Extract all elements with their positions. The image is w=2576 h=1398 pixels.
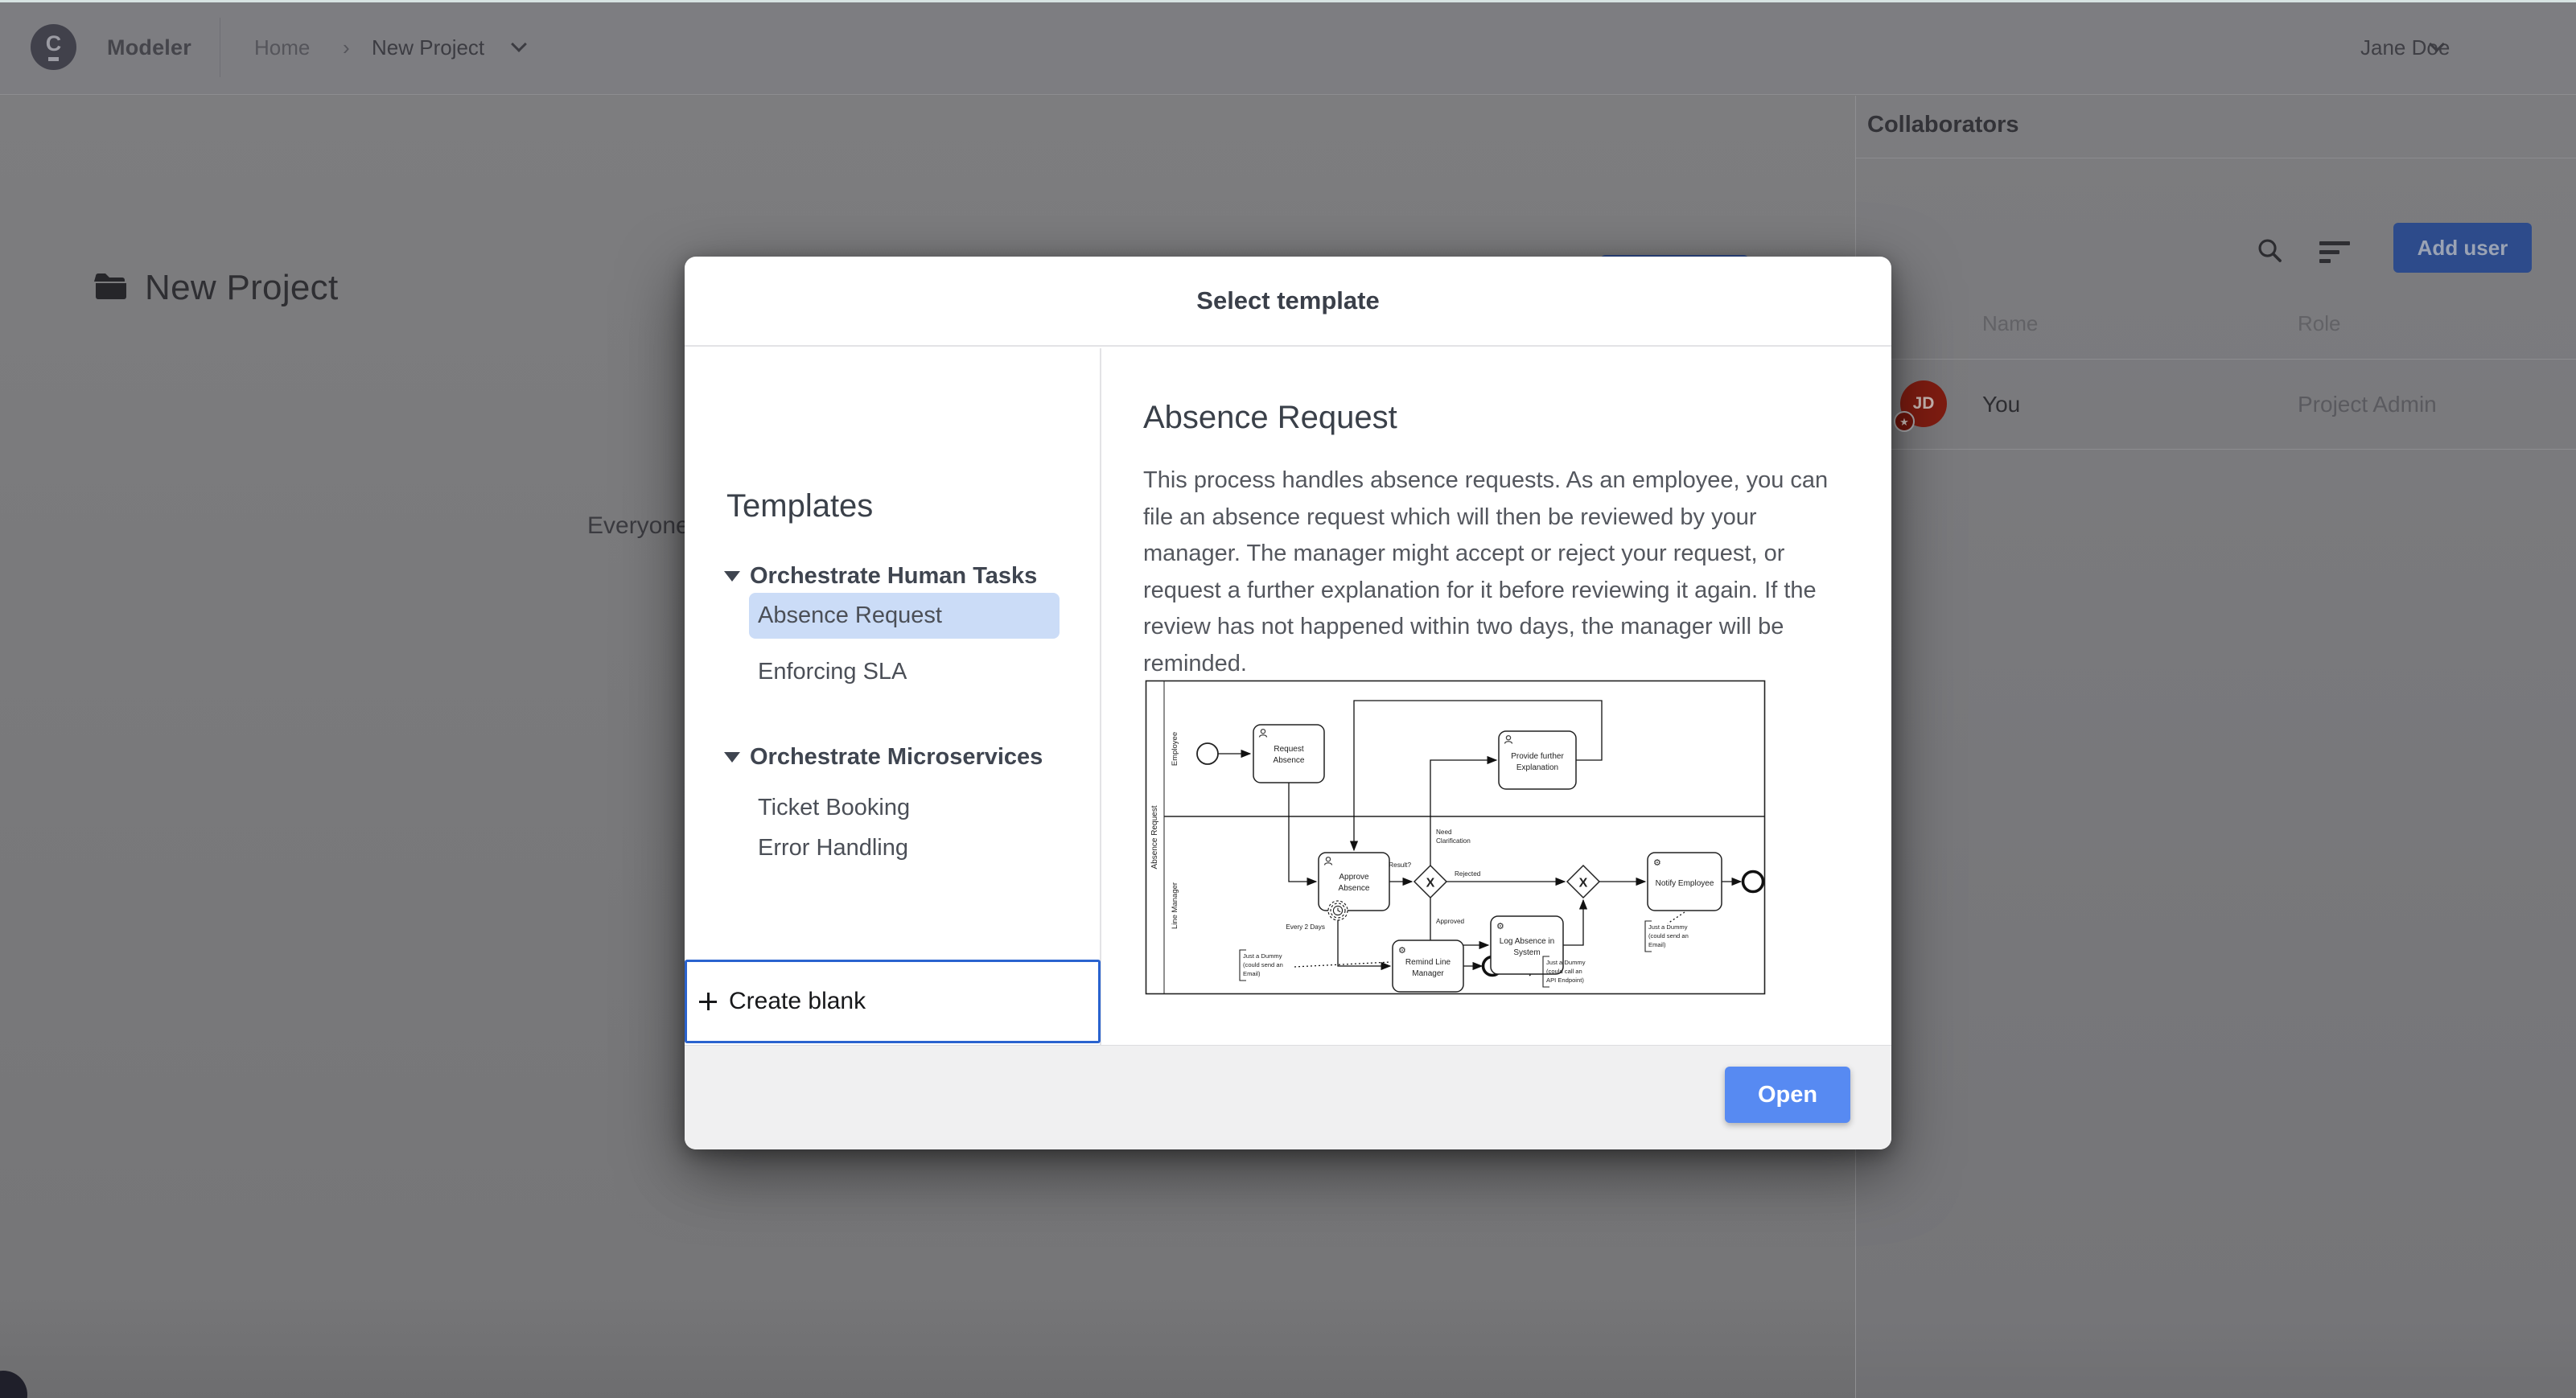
page-root: C Modeler Home › New Project Jane Doe Ne… xyxy=(0,0,2576,1398)
svg-text:Explanation: Explanation xyxy=(1516,763,1558,772)
table-border xyxy=(1856,449,2576,450)
plus-icon xyxy=(699,993,717,1010)
template-item-enforcing-sla[interactable]: Enforcing SLA xyxy=(749,649,1060,695)
collaborators-search-button[interactable] xyxy=(2255,236,2286,269)
breadcrumb-home[interactable]: Home xyxy=(254,0,310,95)
logo-underscore xyxy=(48,57,59,61)
collaborator-name: You xyxy=(1982,392,2021,417)
breadcrumb-separator: › xyxy=(343,35,350,60)
service-task-icon: ⚙ xyxy=(1653,857,1661,868)
svg-text:Result?: Result? xyxy=(1389,861,1411,869)
collaborators-sort-button[interactable] xyxy=(2319,241,2352,269)
svg-text:Just a Dummy: Just a Dummy xyxy=(1243,952,1282,960)
column-header-name: Name xyxy=(1982,311,2039,335)
add-user-button[interactable]: Add user xyxy=(2393,223,2532,273)
create-blank-button[interactable]: Create blank xyxy=(685,960,1101,1043)
folder-icon xyxy=(94,273,126,299)
task-remind-line-manager: ⚙ Remind Line Manager xyxy=(1392,940,1464,993)
template-item-error-handling[interactable]: Error Handling xyxy=(749,825,1060,871)
modal-title: Select template xyxy=(685,257,1891,347)
svg-text:Provide further: Provide further xyxy=(1511,752,1564,761)
service-task-icon: ⚙ xyxy=(1398,945,1406,956)
svg-text:Remind Line: Remind Line xyxy=(1405,958,1451,967)
task-approve-absence: Approve Absence xyxy=(1318,852,1390,921)
svg-text:Just a Dummy: Just a Dummy xyxy=(1648,923,1688,931)
templates-panel: Templates Orchestrate Human Tasks Absenc… xyxy=(685,348,1101,1045)
tab-everyone[interactable]: Everyone xyxy=(587,512,689,540)
create-blank-label: Create blank xyxy=(729,988,866,1014)
svg-text:Rejected: Rejected xyxy=(1455,870,1481,878)
svg-text:API Endpoint): API Endpoint) xyxy=(1546,977,1584,984)
modal-footer: Open xyxy=(685,1045,1891,1149)
caret-down-icon xyxy=(724,571,740,582)
svg-text:System: System xyxy=(1513,948,1540,957)
lane-label-employee: Employee xyxy=(1171,732,1179,766)
svg-text:Approve: Approve xyxy=(1339,873,1369,882)
svg-text:(could call an: (could call an xyxy=(1546,968,1582,975)
modal-panel-divider xyxy=(1100,348,1101,1045)
app-header: C Modeler Home › New Project Jane Doe xyxy=(0,0,2576,95)
bpmn-diagram-preview: Absence Request Employee Line Manager Re… xyxy=(1145,680,1766,995)
end-event xyxy=(1741,870,1765,894)
svg-text:X: X xyxy=(1426,877,1435,890)
pool-label: Absence Request xyxy=(1150,805,1159,869)
svg-text:Need: Need xyxy=(1436,829,1452,836)
timer-boundary-event xyxy=(1327,900,1348,921)
lane-label-line-manager: Line Manager xyxy=(1171,882,1179,929)
collaborators-title: Collaborators xyxy=(1867,112,2019,138)
svg-text:Absence: Absence xyxy=(1274,756,1305,765)
corner-widget[interactable] xyxy=(0,1371,27,1398)
svg-text:Request: Request xyxy=(1274,745,1303,754)
svg-text:Clarification: Clarification xyxy=(1436,837,1471,845)
svg-text:(could send an: (could send an xyxy=(1648,932,1689,940)
task-request-absence: Request Absence xyxy=(1253,724,1325,783)
task-notify-employee: ⚙ Notify Employee xyxy=(1647,852,1722,911)
template-group-label: Orchestrate Microservices xyxy=(750,744,1043,770)
preview-heading: Absence Request xyxy=(1143,400,1397,435)
svg-text:Log Absence in: Log Absence in xyxy=(1500,937,1554,946)
column-header-role: Role xyxy=(2298,311,2341,335)
template-group-microservices[interactable]: Orchestrate Microservices xyxy=(724,744,1043,771)
logo-letter: C xyxy=(45,31,62,56)
page-title: New Project xyxy=(145,268,339,307)
svg-text:(could send an: (could send an xyxy=(1243,961,1283,968)
open-button[interactable]: Open xyxy=(1725,1067,1850,1123)
template-group-label: Orchestrate Human Tasks xyxy=(750,563,1038,589)
breadcrumb-current[interactable]: New Project xyxy=(372,0,484,95)
collaborator-role: Project Admin xyxy=(2298,392,2437,417)
svg-text:Notify Employee: Notify Employee xyxy=(1656,879,1714,888)
template-item-ticket-booking[interactable]: Ticket Booking xyxy=(749,785,1060,831)
svg-text:Every 2 Days: Every 2 Days xyxy=(1286,923,1325,931)
table-border xyxy=(1856,359,2576,360)
breadcrumb-chevron-down-icon[interactable] xyxy=(511,36,527,52)
search-icon xyxy=(2258,239,2282,262)
caret-down-icon xyxy=(724,752,740,763)
preview-description: This process handles absence requests. A… xyxy=(1143,467,1829,676)
template-item-absence-request[interactable]: Absence Request xyxy=(749,593,1060,639)
select-template-modal: Select template Templates Orchestrate Hu… xyxy=(685,257,1891,1149)
svg-text:Email): Email) xyxy=(1648,941,1666,948)
svg-text:Absence: Absence xyxy=(1339,884,1370,893)
app-name: Modeler xyxy=(107,35,191,60)
start-event xyxy=(1196,742,1219,765)
camunda-logo-icon[interactable]: C xyxy=(31,24,76,70)
svg-text:Manager: Manager xyxy=(1412,969,1444,978)
sort-icon xyxy=(2319,241,2352,263)
svg-text:Email): Email) xyxy=(1243,970,1261,977)
top-accent-line xyxy=(0,0,2576,2)
svg-text:Just a Dummy: Just a Dummy xyxy=(1546,959,1586,966)
template-group-human-tasks[interactable]: Orchestrate Human Tasks xyxy=(724,563,1037,590)
collaborators-panel: Collaborators Add user Name Role JD You … xyxy=(1855,96,2576,1398)
templates-heading: Templates xyxy=(726,488,874,524)
svg-text:Approved: Approved xyxy=(1436,918,1464,925)
svg-text:X: X xyxy=(1579,877,1588,890)
task-provide-further-explanation: Provide further Explanation xyxy=(1498,730,1577,790)
admin-star-icon xyxy=(1894,411,1915,432)
service-task-icon: ⚙ xyxy=(1496,921,1504,931)
